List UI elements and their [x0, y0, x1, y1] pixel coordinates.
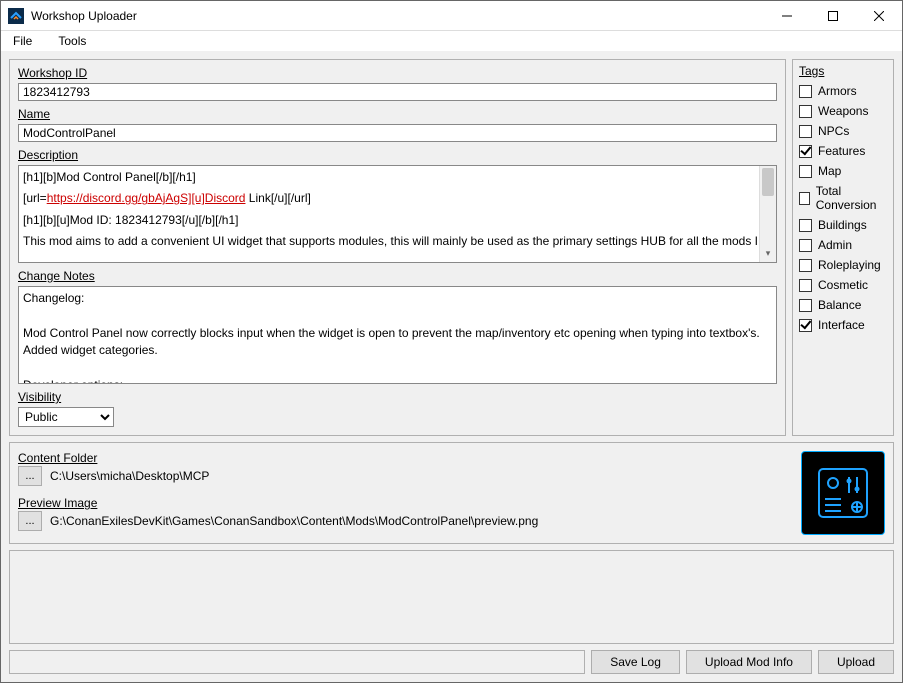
tag-label: Admin: [818, 238, 852, 252]
tag-label: Weapons: [818, 104, 868, 118]
visibility-label: Visibility: [18, 390, 777, 404]
content-folder-browse-button[interactable]: ...: [18, 466, 42, 486]
desc-line: This mod aims to add a convenient UI wid…: [23, 233, 758, 250]
main-panel: Workshop ID Name Description [h1][b]Mod …: [9, 59, 786, 436]
button-row: Save Log Upload Mod Info Upload: [9, 650, 894, 674]
tag-label: Map: [818, 164, 841, 178]
checkbox[interactable]: [799, 299, 812, 312]
desc-line: [url=https://discord.gg/gbAjAgS][u]Disco…: [23, 190, 758, 207]
discord-link[interactable]: https://discord.gg/gbAjAgS][u]Discord: [47, 191, 246, 205]
tag-row[interactable]: Features: [799, 144, 887, 158]
upload-mod-info-button[interactable]: Upload Mod Info: [686, 650, 812, 674]
scroll-down-icon[interactable]: ▾: [760, 245, 776, 262]
top-row: Workshop ID Name Description [h1][b]Mod …: [9, 59, 894, 436]
tag-row[interactable]: Total Conversion: [799, 184, 887, 212]
tag-row[interactable]: Admin: [799, 238, 887, 252]
checkbox[interactable]: [799, 85, 812, 98]
workshop-id-label: Workshop ID: [18, 66, 777, 80]
tag-label: Roleplaying: [818, 258, 881, 272]
tag-row[interactable]: Balance: [799, 298, 887, 312]
menu-file[interactable]: File: [9, 32, 36, 50]
tag-row[interactable]: Weapons: [799, 104, 887, 118]
preview-image-label: Preview Image: [18, 496, 793, 510]
tag-label: Cosmetic: [818, 278, 868, 292]
tag-label: Balance: [818, 298, 861, 312]
name-label: Name: [18, 107, 777, 121]
tag-label: Interface: [818, 318, 865, 332]
checkbox[interactable]: [799, 192, 810, 205]
minimize-button[interactable]: [764, 1, 810, 31]
tag-row[interactable]: NPCs: [799, 124, 887, 138]
tag-row[interactable]: Interface: [799, 318, 887, 332]
save-log-button[interactable]: Save Log: [591, 650, 680, 674]
preview-thumbnail: [801, 451, 885, 535]
app-icon: [8, 8, 24, 24]
status-bar: [9, 650, 585, 674]
tags-panel: Tags Armors Weapons NPCs Features Map To…: [792, 59, 894, 436]
workshop-id-input[interactable]: [18, 83, 777, 101]
description-scrollbar[interactable]: ▾: [759, 166, 776, 262]
preview-image-browse-button[interactable]: ...: [18, 511, 42, 531]
menu-tools[interactable]: Tools: [54, 32, 90, 50]
tag-label: Total Conversion: [816, 184, 887, 212]
checkbox[interactable]: [799, 259, 812, 272]
change-notes-label: Change Notes: [18, 269, 777, 283]
titlebar: Workshop Uploader: [1, 1, 902, 31]
close-button[interactable]: [856, 1, 902, 31]
scrollbar-thumb[interactable]: [762, 168, 774, 196]
change-notes-textarea[interactable]: Changelog: Mod Control Panel now correct…: [18, 286, 777, 384]
checkbox[interactable]: [799, 219, 812, 232]
checkbox[interactable]: [799, 165, 812, 178]
tags-label: Tags: [799, 64, 887, 78]
client-area: Workshop ID Name Description [h1][b]Mod …: [1, 51, 902, 682]
description-textarea[interactable]: [h1][b]Mod Control Panel[/b][/h1] [url=h…: [18, 165, 777, 263]
content-folder-label: Content Folder: [18, 451, 793, 465]
checkbox[interactable]: [799, 239, 812, 252]
desc-line: [h1][b][u]Mod ID: 1823412793[/u][/b][/h1…: [23, 212, 758, 229]
tag-row[interactable]: Armors: [799, 84, 887, 98]
checkbox[interactable]: [799, 145, 812, 158]
name-input[interactable]: [18, 124, 777, 142]
checkbox[interactable]: [799, 319, 812, 332]
tag-row[interactable]: Cosmetic: [799, 278, 887, 292]
upload-button[interactable]: Upload: [818, 650, 894, 674]
window-title: Workshop Uploader: [31, 9, 137, 23]
app-window: Workshop Uploader File Tools Workshop ID…: [0, 0, 903, 683]
tag-row[interactable]: Map: [799, 164, 887, 178]
paths-left: Content Folder ... C:\Users\micha\Deskto…: [18, 451, 793, 535]
checkbox[interactable]: [799, 125, 812, 138]
tag-row[interactable]: Buildings: [799, 218, 887, 232]
menubar: File Tools: [1, 31, 902, 51]
paths-panel: Content Folder ... C:\Users\micha\Deskto…: [9, 442, 894, 544]
preview-image-path: G:\ConanExilesDevKit\Games\ConanSandbox\…: [50, 514, 538, 528]
tag-label: Features: [818, 144, 865, 158]
tag-label: NPCs: [818, 124, 849, 138]
maximize-button[interactable]: [810, 1, 856, 31]
checkbox[interactable]: [799, 279, 812, 292]
tag-label: Armors: [818, 84, 857, 98]
tag-label: Buildings: [818, 218, 867, 232]
log-panel: [9, 550, 894, 644]
tag-row[interactable]: Roleplaying: [799, 258, 887, 272]
description-label: Description: [18, 148, 777, 162]
desc-line: [h1][b]Mod Control Panel[/b][/h1]: [23, 169, 758, 186]
checkbox[interactable]: [799, 105, 812, 118]
visibility-select[interactable]: Public: [18, 407, 114, 427]
content-folder-path: C:\Users\micha\Desktop\MCP: [50, 469, 209, 483]
